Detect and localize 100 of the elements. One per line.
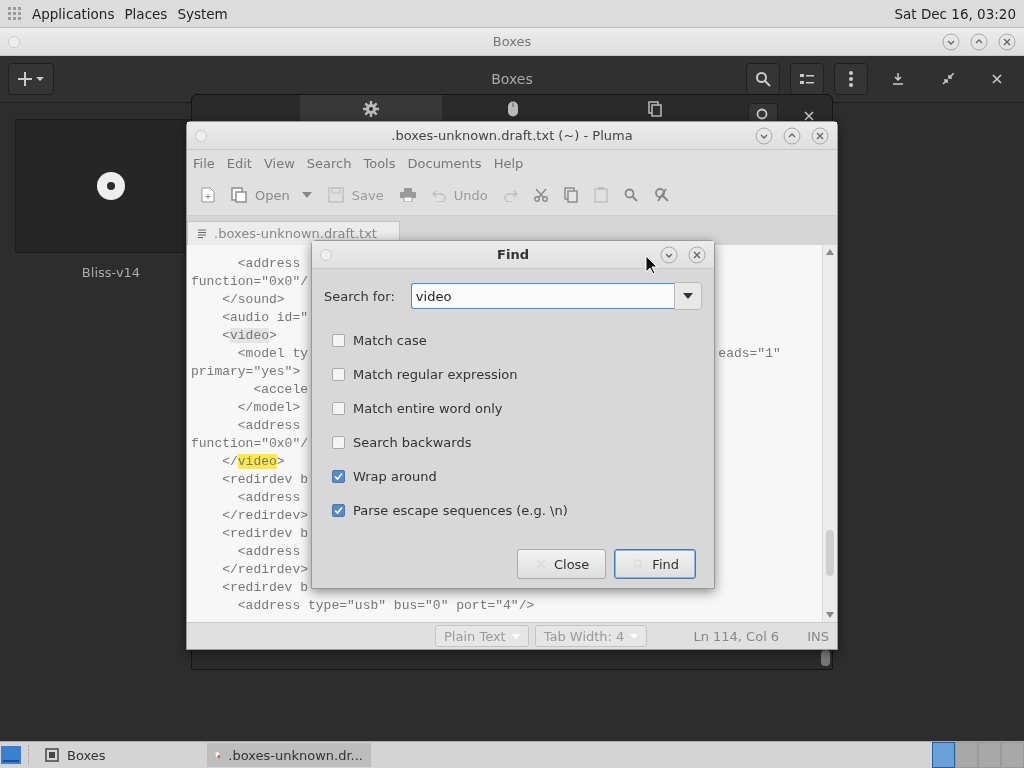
new-box-button[interactable] — [8, 63, 54, 95]
new-file-icon — [201, 187, 215, 203]
code-line: <accele — [252, 382, 309, 397]
maximize-icon[interactable] — [970, 32, 988, 51]
checkbox[interactable] — [332, 368, 345, 381]
taskbar-button[interactable]: .boxes-unknown.dr... — [207, 743, 371, 767]
panel-menu[interactable]: Places — [124, 5, 168, 22]
option-label[interactable]: Parse escape sequences (e.g. \n) — [353, 503, 568, 518]
taskbar-button[interactable]: Boxes — [37, 743, 201, 767]
scissors-icon — [533, 188, 548, 202]
code-line: </video> — [221, 454, 285, 469]
code-line: </redirdev> — [221, 562, 309, 577]
code-line: <redirdev b — [221, 472, 309, 487]
code-line: function="0x0"/ — [191, 274, 309, 289]
clipboard-icon — [593, 187, 608, 203]
floppy-icon — [327, 187, 344, 203]
scroll-down-icon[interactable] — [826, 612, 834, 618]
scrollbar-thumb[interactable] — [826, 530, 834, 576]
code-line: <video> — [221, 328, 277, 343]
apps-grid-icon[interactable] — [8, 6, 22, 21]
code-line: </sound> — [221, 292, 285, 307]
window-title: Boxes — [492, 34, 532, 49]
option-label[interactable]: Search backwards — [353, 435, 472, 450]
minimize-icon[interactable] — [660, 245, 678, 264]
option-label[interactable]: Wrap around — [353, 469, 437, 484]
code-line: <address — [236, 544, 302, 559]
find-button[interactable]: Find — [614, 549, 696, 579]
text-file-icon — [198, 229, 206, 238]
checkbox[interactable] — [332, 436, 345, 449]
file-icon — [231, 187, 247, 203]
machine-name[interactable]: Bliss-v14 — [81, 265, 141, 280]
clock[interactable]: Sat Dec 16, 03:20 — [894, 5, 1016, 22]
scroll-up-icon[interactable] — [826, 249, 834, 255]
menu-item[interactable]: View — [263, 156, 295, 171]
close-icon[interactable] — [998, 32, 1016, 51]
close-icon[interactable] — [811, 126, 829, 145]
checkbox[interactable] — [332, 334, 345, 347]
checkbox[interactable] — [332, 402, 345, 415]
disc-icon — [96, 171, 126, 201]
restore-icon[interactable] — [942, 73, 954, 85]
search-icon — [755, 71, 771, 87]
find-replace-icon — [653, 187, 670, 203]
code-line: <address — [236, 256, 302, 271]
search-label: Search for: — [324, 289, 395, 304]
code-line: </model> — [236, 400, 301, 415]
undo-icon — [431, 188, 446, 202]
scrollbar[interactable] — [822, 245, 837, 622]
view-button[interactable] — [790, 63, 824, 95]
dropdown-arrow-icon[interactable] — [301, 192, 312, 198]
code-line: primary="yes"> — [191, 364, 301, 379]
window-menu-icon[interactable] — [195, 129, 207, 142]
settings-icon — [363, 101, 379, 117]
menu-button[interactable] — [834, 63, 868, 95]
search-field[interactable]: video — [410, 283, 674, 309]
download-icon[interactable] — [892, 73, 904, 85]
dropdown-arrow-icon — [683, 293, 693, 299]
show-desktop-icon[interactable] — [0, 744, 22, 766]
window-title: Find — [497, 247, 529, 262]
window-menu-icon[interactable] — [320, 248, 332, 261]
window-menu-icon[interactable] — [8, 35, 20, 48]
code-line: <address — [236, 490, 302, 505]
checkbox[interactable] — [332, 470, 345, 483]
plus-icon — [18, 72, 44, 86]
panel-menu[interactable]: Applications — [32, 5, 115, 22]
option-label[interactable]: Match case — [353, 333, 427, 348]
code-line: </redirdev> — [221, 508, 309, 523]
checkbox[interactable] — [332, 504, 345, 517]
code-line: <audio id=" — [221, 310, 309, 325]
close-icon[interactable] — [992, 74, 1002, 84]
code-line: eads="1" — [718, 345, 781, 363]
search-icon — [623, 188, 638, 202]
history-dropdown-button[interactable] — [674, 282, 702, 310]
copy-icon — [648, 101, 662, 117]
minimize-icon[interactable] — [942, 32, 960, 51]
panel-menu[interactable]: System — [177, 5, 228, 22]
close-icon[interactable] — [688, 245, 706, 264]
code-line: <model ty — [236, 346, 309, 361]
close-button[interactable]: Close — [516, 549, 607, 579]
close-icon[interactable] — [804, 111, 814, 121]
copy-icon — [563, 187, 578, 203]
cursor-position: Ln 114, Col 6 — [693, 628, 780, 644]
search-button[interactable] — [746, 63, 780, 95]
properties-tab[interactable] — [300, 95, 442, 123]
maximize-icon[interactable] — [783, 126, 801, 145]
code-line: <redirdev b — [221, 580, 309, 595]
code-line: <redirdev b — [221, 526, 309, 541]
option-label[interactable]: Match entire word only — [353, 401, 503, 416]
workspace[interactable] — [932, 742, 955, 768]
search-button[interactable] — [748, 103, 778, 123]
window-title: .boxes-unknown.draft.txt (~) - Pluma — [391, 128, 633, 143]
menu-item[interactable]: Search — [306, 156, 352, 171]
option-label[interactable]: Match regular expression — [353, 367, 518, 382]
redo-icon — [503, 188, 518, 202]
mouse-icon — [507, 101, 519, 117]
more-icon — [849, 71, 853, 87]
menu-item[interactable]: Tools — [363, 156, 396, 171]
insert-mode: INS — [807, 628, 829, 644]
list-view-icon — [799, 72, 815, 86]
dropdown-arrow-icon — [511, 633, 520, 639]
scrollbar[interactable] — [821, 650, 830, 666]
